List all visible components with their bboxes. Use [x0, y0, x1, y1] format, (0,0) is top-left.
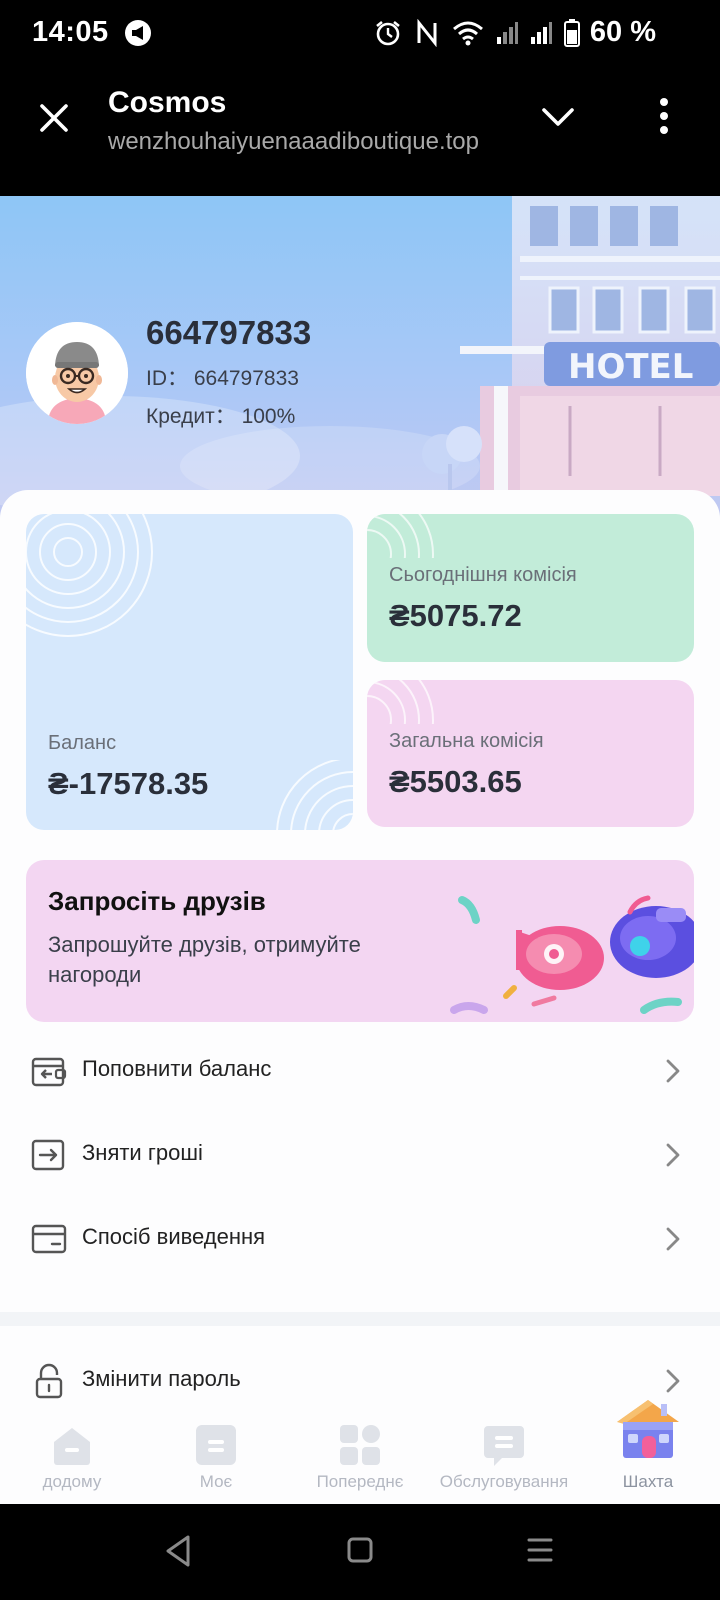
rings-decoration — [26, 514, 153, 637]
user-id: ID： 664797833 — [146, 367, 299, 390]
tab-label: додому — [42, 1472, 102, 1491]
invite-illustration — [450, 895, 694, 1014]
tab-mine[interactable]: Моє — [144, 1410, 288, 1504]
account-page: HOTEL 664797833 ID： 664797833 Кредит： 10… — [0, 196, 720, 1504]
status-time: 14:05 — [32, 16, 109, 48]
tab-label: Моє — [199, 1472, 233, 1491]
balance-label: Баланс — [48, 732, 117, 754]
tree-decoration — [422, 426, 482, 498]
page-title: Cosmos — [108, 86, 227, 119]
profile-hero: HOTEL 664797833 ID： 664797833 Кредит： 10… — [0, 196, 720, 526]
tab-previous[interactable]: Попереднє — [288, 1410, 432, 1504]
signal-icon — [497, 22, 518, 44]
balance-value: ₴-17578.35 — [48, 766, 209, 801]
menu-label: Зняти гроші — [82, 1140, 203, 1165]
chevron-right-icon — [666, 1143, 680, 1167]
total-commission-value: ₴5503.65 — [389, 764, 522, 799]
wifi-icon — [453, 21, 483, 46]
chevron-down-icon[interactable] — [538, 102, 578, 132]
bottom-tab-bar: додому Моє Попереднє Обслуговування Шахт… — [0, 1400, 720, 1504]
user-avatar-icon — [26, 322, 128, 424]
total-commission-card[interactable]: Загальна комісія ₴5503.65 — [367, 680, 694, 827]
alarm-icon — [376, 20, 400, 46]
close-icon[interactable] — [32, 96, 76, 140]
invite-friends-banner[interactable]: Запросіть друзів Запрошуйте друзів, отри… — [26, 860, 694, 1022]
avatar[interactable] — [26, 322, 128, 424]
rings-decoration — [367, 514, 434, 558]
megaphone-icon — [125, 20, 151, 46]
today-commission-value: ₴5075.72 — [389, 598, 522, 633]
nfc-icon — [417, 19, 437, 47]
signal-icon — [531, 22, 552, 44]
section-divider — [0, 1312, 720, 1326]
grid-icon — [340, 1425, 380, 1465]
battery-percent: 60 % — [589, 16, 656, 48]
rings-decoration — [367, 680, 434, 724]
page-url[interactable]: wenzhouhaiyuenaaadiboutique.top — [108, 128, 498, 156]
menu-label: Поповнити баланс — [82, 1056, 272, 1081]
tab-home[interactable]: додому — [0, 1410, 144, 1504]
balance-card[interactable]: Баланс ₴-17578.35 — [26, 514, 353, 830]
tab-service[interactable]: Обслуговування — [432, 1410, 576, 1504]
content-sheet: Баланс ₴-17578.35 Сьогоднішня комісія ₴5… — [0, 490, 720, 1504]
menu-label: Спосіб виведення — [82, 1224, 266, 1249]
user-credit: Кредит： 100% — [146, 405, 296, 428]
status-bar: 14:05 60 % — [0, 0, 720, 66]
tab-label: Шахта — [622, 1472, 674, 1491]
system-nav-bar — [0, 1504, 720, 1600]
home-button-icon[interactable] — [346, 1534, 374, 1568]
back-icon[interactable] — [164, 1534, 192, 1568]
tab-label: Попереднє — [316, 1472, 404, 1491]
chevron-right-icon — [666, 1059, 680, 1083]
home-icon — [54, 1428, 90, 1465]
invite-title: Запросіть друзів — [48, 886, 266, 916]
withdraw-icon — [31, 1139, 65, 1171]
recents-icon[interactable] — [526, 1534, 554, 1568]
hotel-sign: HOTEL — [568, 347, 693, 387]
tab-mine-shaft[interactable]: Шахта — [576, 1400, 720, 1504]
chat-icon — [484, 1426, 524, 1466]
rings-decoration — [276, 760, 353, 830]
menu-item-top-up[interactable]: Поповнити баланс — [0, 1030, 720, 1112]
today-commission-label: Сьогоднішня комісія — [389, 564, 577, 586]
menu-item-withdrawal-method[interactable]: Спосіб виведення — [0, 1198, 720, 1280]
menu-label: Змінити пароль — [82, 1366, 241, 1391]
chevron-right-icon — [666, 1227, 680, 1251]
lock-icon — [35, 1363, 63, 1399]
invite-description: Запрошуйте друзів, отримуйте нагороди — [48, 932, 361, 987]
today-commission-card[interactable]: Сьогоднішня комісія ₴5075.72 — [367, 514, 694, 662]
card-icon — [31, 1224, 67, 1254]
menu-item-withdraw[interactable]: Зняти гроші — [0, 1114, 720, 1196]
browser-toolbar: Cosmos wenzhouhaiyuenaaadiboutique.top — [0, 66, 720, 196]
user-name: 664797833 — [146, 314, 312, 351]
wallet-in-icon — [31, 1057, 67, 1087]
chevron-right-icon — [666, 1369, 680, 1393]
more-options-icon[interactable] — [654, 94, 674, 138]
house-icon — [617, 1400, 679, 1458]
profile-icon — [196, 1425, 236, 1465]
battery-icon — [564, 19, 580, 47]
hotel-illustration: HOTEL — [460, 196, 720, 496]
tab-label: Обслуговування — [439, 1472, 569, 1491]
total-commission-label: Загальна комісія — [389, 730, 544, 752]
